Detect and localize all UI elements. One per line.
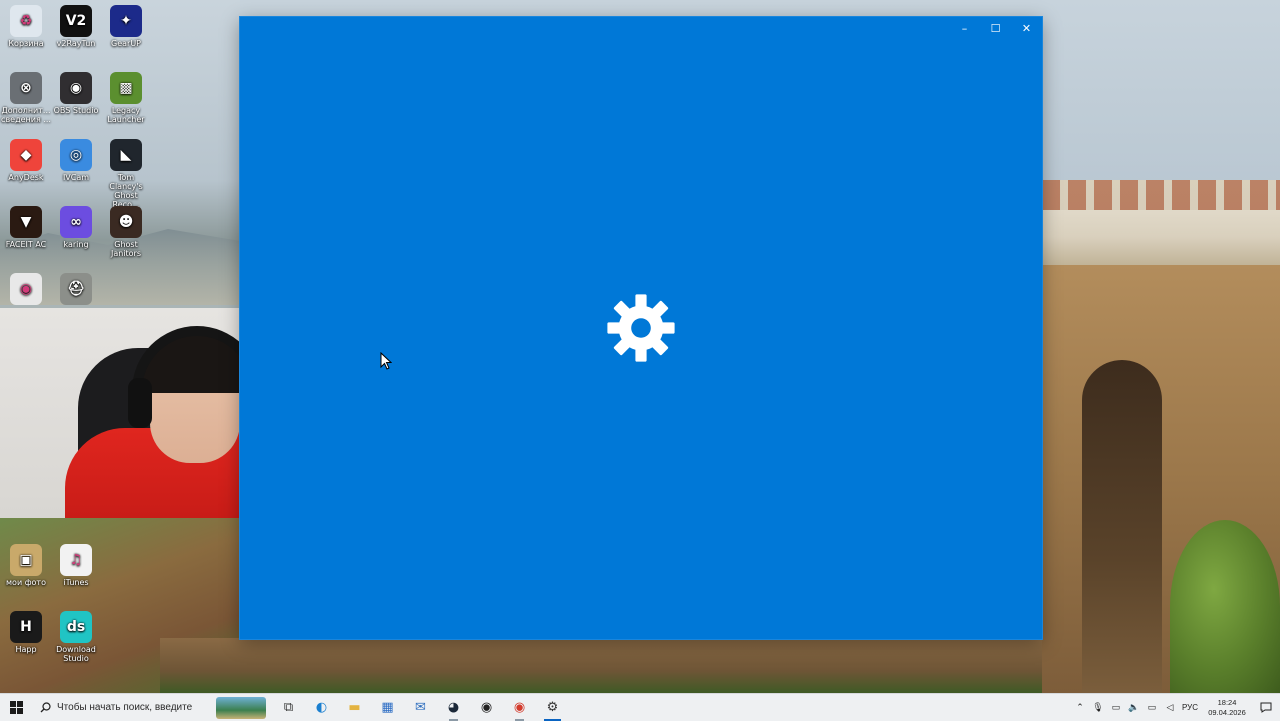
search-placeholder: Чтобы начать поиск, введите [57,702,193,713]
taskbar-apps: ⧉ ◐ ▬ ▦ ✉ ◕ ◉ ◉ ⚙ [272,694,569,721]
volume-icon[interactable]: 🔈 [1128,702,1140,714]
weather-widget[interactable] [216,696,266,719]
speaker-icon[interactable]: ◁ [1164,702,1176,714]
maximize-button[interactable]: ☐ [980,17,1011,39]
steam-button[interactable]: ◕ [437,694,470,721]
desktop-icon-label: Happ [15,645,37,654]
desktop-icon[interactable]: ☻ Ghost Janitors [100,206,152,258]
desktop-icon[interactable]: ds Download Studio [50,611,102,663]
chrome-icon: ◉ [513,700,526,715]
store-button[interactable]: ▦ [371,694,404,721]
desktop-icon[interactable]: ◎ IVCam [50,139,102,182]
faceit-icon: ▼ [10,206,42,238]
desktop-icon-label: OBS Studio [53,106,99,115]
desktop-icon-label: Корзина [8,39,44,48]
desktop-icon-label: GearUP [111,39,141,48]
clock-date: 09.04.2026 [1208,707,1246,717]
clock[interactable]: 18:24 09.04.2026 [1204,698,1250,718]
microphone-icon[interactable]: 🎙 [1092,702,1104,714]
desktop-icon[interactable]: ◉ [0,273,52,307]
minecraft-icon: ▩ [110,72,142,104]
minimize-button[interactable]: – [949,17,980,39]
chrome-icon: ◉ [10,273,42,305]
desktop-icon[interactable]: ⊗ Дополнит... сведения ... [0,72,52,124]
desktop-icon-label: IVCam [62,173,90,182]
desktop-icon-label: AnyDesk [8,173,44,182]
happ-icon: H [10,611,42,643]
mouse-cursor-icon [380,352,392,370]
desktop-icon[interactable]: ◆ AnyDesk [0,139,52,182]
desktop-icon[interactable]: ♫ iTunes [50,544,102,587]
desktop-icon[interactable]: ∞ karing [50,206,102,249]
mail-icon: ✉ [415,700,426,715]
mail-button[interactable]: ✉ [404,694,437,721]
settings-window: – ☐ ✕ [240,17,1042,639]
obs-icon: ◉ [60,72,92,104]
close-button[interactable]: ✕ [1011,17,1042,39]
recycle-bin-icon: ♻ [10,5,42,37]
desktop-icon[interactable]: V2 v2RayTun [50,5,102,48]
network-icon[interactable]: ▭ [1110,702,1122,714]
gear-icon [607,294,675,362]
desktop-icon-label: Legacy Launcher [107,106,145,124]
obs-taskbar-button[interactable]: ◉ [470,694,503,721]
anydesk-icon: ◆ [10,139,42,171]
explorer-button[interactable]: ▬ [338,694,371,721]
settings-taskbar-button[interactable]: ⚙ [536,694,569,721]
desktop-icon[interactable]: H Happ [0,611,52,654]
gear-icon: ⚙ [546,700,559,715]
info-app-icon: ⊗ [10,72,42,104]
chevron-up-icon[interactable]: ⌃ [1074,702,1086,714]
steam-icon: ◕ [447,700,460,715]
store-icon: ▦ [381,700,394,715]
windows-logo-icon [9,701,23,714]
v2raytun-icon: V2 [60,5,92,37]
search-icon [40,702,51,713]
taskbar-search-box[interactable]: Чтобы начать поиск, введите [32,694,212,721]
desktop-icon[interactable]: ♻ Корзина [0,5,52,48]
desktop-icon[interactable]: ▼ FACEIT AC [0,206,52,249]
folder-icon: ▬ [348,700,361,715]
obs-icon: ◉ [480,700,493,715]
desktop-icon[interactable]: ▣ мои фото [0,544,52,587]
edge-icon: ◐ [315,700,328,715]
desktop-icon-label: FACEIT AC [5,240,47,249]
task-view-button[interactable]: ⧉ [272,694,305,721]
desktop-icon-label: мои фото [6,578,46,587]
desktop-icon-label: Tom Clancy's Ghost Reco... [109,173,143,209]
edge-button[interactable]: ◐ [305,694,338,721]
download-studio-icon: ds [60,611,92,643]
desktop-icon[interactable]: ◣ Tom Clancy's Ghost Reco... [100,139,152,209]
desktop-icon[interactable]: ◉ OBS Studio [50,72,102,115]
gearup-icon: ✦ [110,5,142,37]
desktop-icon-label: karing [63,240,89,249]
desktop-icon-label: Download Studio [56,645,96,663]
clock-time: 18:24 [1217,697,1237,707]
task-view-icon: ⧉ [283,700,294,715]
system-tray: ⌃ 🎙 ▭ 🔈 ▭ ◁ РУС 18:24 09.04.2026 [1074,694,1280,721]
photos-folder-icon: ▣ [10,544,42,576]
display-icon[interactable]: ▭ [1146,702,1158,714]
notifications-button[interactable] [1256,694,1276,721]
taskbar: Чтобы начать поиск, введите ⧉ ◐ ▬ ▦ ✉ ◕ ◉ ◉ ⚙ ⌃ … [0,693,1280,721]
desktop-icon-label: Дополнит... сведения ... [1,106,51,124]
notification-icon [1260,702,1272,713]
window-controls: – ☐ ✕ [949,17,1042,39]
ghost-janitors-icon: ☻ [110,206,142,238]
desktop-icon[interactable]: ✦ GearUP [100,5,152,48]
language-indicator[interactable]: РУС [1182,703,1198,712]
desktop-icon[interactable]: ▩ Legacy Launcher [100,72,152,124]
karing-icon: ∞ [60,206,92,238]
itunes-icon: ♫ [60,544,92,576]
ivcam-icon: ◎ [60,139,92,171]
desktop-icon-label: iTunes [63,578,89,587]
ghost-recon-icon: ◣ [110,139,142,171]
desktop-icon-label: Ghost Janitors [110,240,142,258]
start-button[interactable] [0,694,32,721]
desktop-icon-label: v2RayTun [56,39,96,48]
pubg-icon: ⛑ [60,273,92,305]
chrome-taskbar-button[interactable]: ◉ [503,694,536,721]
desktop-icon[interactable]: ⛑ [50,273,102,307]
